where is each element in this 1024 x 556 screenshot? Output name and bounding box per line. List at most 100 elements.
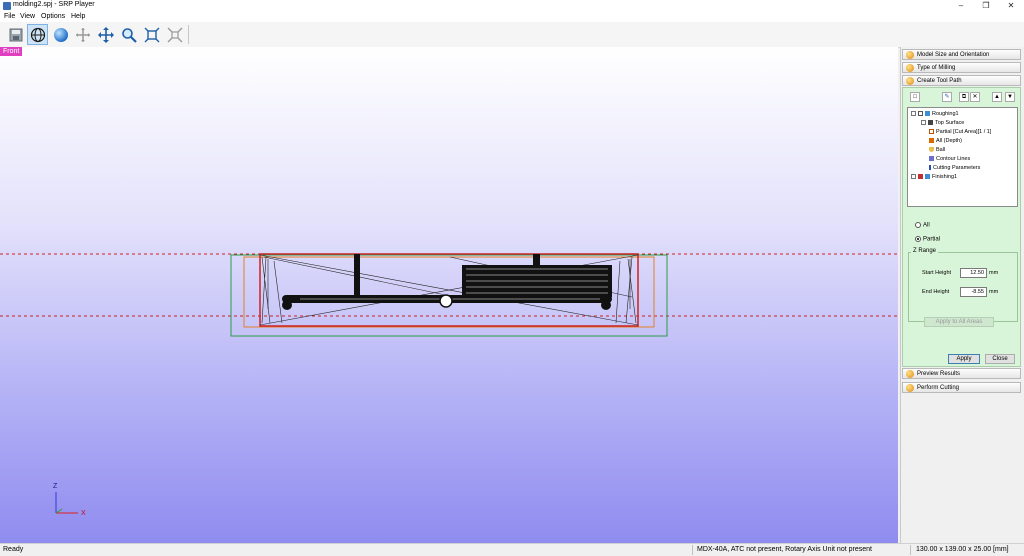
z-axis-label: Z bbox=[53, 483, 58, 490]
globe-view-button[interactable] bbox=[27, 24, 48, 45]
end-height-field[interactable]: -8.55 bbox=[960, 287, 987, 297]
section-icon bbox=[906, 77, 914, 85]
sphere-icon bbox=[53, 27, 68, 42]
arrow-up-icon: ▲ bbox=[994, 94, 1000, 100]
y-axis-line bbox=[55, 508, 63, 514]
move-up-button[interactable]: ▲ bbox=[992, 92, 1002, 102]
contour-icon bbox=[929, 156, 934, 162]
tree-item-top-surface[interactable]: Top Surface bbox=[921, 120, 964, 126]
tree-item-ball[interactable]: Ball bbox=[929, 147, 945, 153]
start-height-unit: mm bbox=[989, 270, 999, 276]
edit-path-button[interactable]: ✎ bbox=[942, 92, 952, 102]
fit-icon bbox=[144, 27, 159, 42]
menu-options[interactable]: Options bbox=[41, 13, 65, 20]
status-separator bbox=[692, 545, 693, 555]
model-wheel-right bbox=[601, 300, 611, 310]
sphere-view-button[interactable] bbox=[50, 24, 71, 45]
roughing-icon bbox=[925, 111, 930, 117]
apply-button[interactable]: Apply bbox=[948, 354, 980, 364]
close-button[interactable]: Close bbox=[985, 354, 1015, 364]
section-preview-results[interactable]: Preview Results bbox=[902, 368, 1021, 379]
maximize-button[interactable]: ❐ bbox=[976, 0, 996, 12]
move-down-button[interactable]: ▼ bbox=[1005, 92, 1015, 102]
start-height-label: Start Height bbox=[922, 270, 952, 276]
start-height-field[interactable]: 12.50 bbox=[960, 268, 987, 278]
zoom-button[interactable] bbox=[118, 24, 139, 45]
x-axis-label: X bbox=[81, 510, 86, 517]
tree-item-cutting-parameters[interactable]: Cutting Parameters bbox=[929, 165, 980, 171]
parameters-icon bbox=[929, 165, 931, 171]
close-window-button[interactable]: ✕ bbox=[1001, 0, 1021, 12]
menu-view[interactable]: View bbox=[20, 13, 35, 20]
model-wheel-center bbox=[439, 294, 453, 308]
apply-to-all-areas-button[interactable]: Apply to All Areas bbox=[924, 317, 994, 327]
section-type-of-milling[interactable]: Type of Milling bbox=[902, 62, 1021, 73]
menu-help[interactable]: Help bbox=[71, 13, 85, 20]
section-icon bbox=[906, 370, 914, 378]
end-height-unit: mm bbox=[989, 289, 999, 295]
magnifier-icon bbox=[121, 27, 137, 43]
arrow-down-icon: ▼ bbox=[1007, 94, 1013, 100]
new-file-icon: □ bbox=[913, 94, 917, 100]
fit-button[interactable] bbox=[141, 24, 162, 45]
tree-item-depth[interactable]: All (Depth) bbox=[929, 138, 962, 144]
create-tool-path-panel: □ ✎ ⧉ ✕ ▲ ▼ Roughing1 Top Surface Partia… bbox=[902, 87, 1021, 367]
status-ready: Ready bbox=[3, 546, 24, 553]
copy-path-button[interactable]: ⧉ bbox=[959, 92, 969, 102]
radio-partial[interactable]: Partial bbox=[915, 236, 940, 243]
status-machine: MDX-40A, ATC not present, Rotary Axis Un… bbox=[697, 546, 872, 553]
pan-button[interactable] bbox=[95, 24, 116, 45]
section-model-size[interactable]: Model Size and Orientation bbox=[902, 49, 1021, 60]
title-bar: molding2.spj - SRP Player – ❐ ✕ bbox=[0, 0, 1024, 12]
side-panel: Model Size and Orientation Type of Milli… bbox=[900, 47, 1024, 543]
section-perform-cutting[interactable]: Perform Cutting bbox=[902, 382, 1021, 393]
checkbox-icon bbox=[918, 111, 923, 117]
new-path-button[interactable]: □ bbox=[910, 92, 920, 102]
depth-icon bbox=[929, 138, 934, 144]
z-range-label: Z Range bbox=[911, 248, 939, 254]
radio-indicator bbox=[915, 236, 921, 242]
status-dimensions: 130.00 x 139.00 x 25.00 [mm] bbox=[916, 546, 1009, 553]
radio-all[interactable]: All bbox=[915, 222, 930, 229]
save-button[interactable] bbox=[5, 24, 26, 45]
copy-icon: ⧉ bbox=[961, 94, 967, 100]
delete-icon: ✕ bbox=[972, 94, 978, 100]
zoom-extents-button[interactable] bbox=[164, 24, 185, 45]
edit-icon: ✎ bbox=[944, 94, 950, 100]
delete-path-button[interactable]: ✕ bbox=[970, 92, 980, 102]
model-drawing: Z X bbox=[0, 253, 898, 517]
section-icon bbox=[906, 384, 914, 392]
checkbox-icon bbox=[918, 174, 923, 180]
tool-path-tree: Roughing1 Top Surface Partial [Cut Area]… bbox=[907, 107, 1018, 207]
model-wheel-left bbox=[282, 300, 292, 310]
model-post-left bbox=[354, 254, 360, 298]
toolbar-separator bbox=[188, 25, 189, 44]
tree-item-finishing1[interactable]: Finishing1 bbox=[911, 174, 957, 180]
window-title: molding2.spj - SRP Player bbox=[13, 1, 95, 8]
section-icon bbox=[906, 64, 914, 72]
tree-item-roughing1[interactable]: Roughing1 bbox=[911, 111, 959, 117]
tree-item-contour-lines[interactable]: Contour Lines bbox=[929, 156, 970, 162]
surface-icon bbox=[928, 120, 933, 126]
toolbar bbox=[0, 22, 1024, 48]
rotate-icon bbox=[75, 27, 90, 42]
section-create-tool-path[interactable]: Create Tool Path bbox=[902, 75, 1021, 86]
pan-icon bbox=[97, 26, 114, 43]
menu-file[interactable]: File bbox=[4, 13, 15, 20]
expand-icon bbox=[911, 111, 916, 117]
menu-bar: File View Options Help bbox=[0, 12, 1024, 22]
finishing-icon bbox=[925, 174, 930, 180]
tree-item-partial[interactable]: Partial [Cut Area][1 / 1] bbox=[929, 129, 991, 135]
radio-indicator bbox=[915, 222, 921, 228]
app-icon bbox=[3, 2, 11, 10]
save-icon bbox=[9, 28, 22, 41]
rotate-button[interactable] bbox=[72, 24, 93, 45]
status-bar: Ready MDX-40A, ATC not present, Rotary A… bbox=[0, 543, 1024, 556]
section-icon bbox=[906, 51, 914, 59]
viewport-3d[interactable]: Front Z X bbox=[0, 47, 898, 543]
expand-icon bbox=[911, 174, 916, 180]
end-height-label: End Height bbox=[922, 289, 950, 295]
minimize-button[interactable]: – bbox=[951, 0, 971, 12]
status-separator bbox=[910, 545, 911, 555]
expand-icon bbox=[921, 120, 926, 126]
